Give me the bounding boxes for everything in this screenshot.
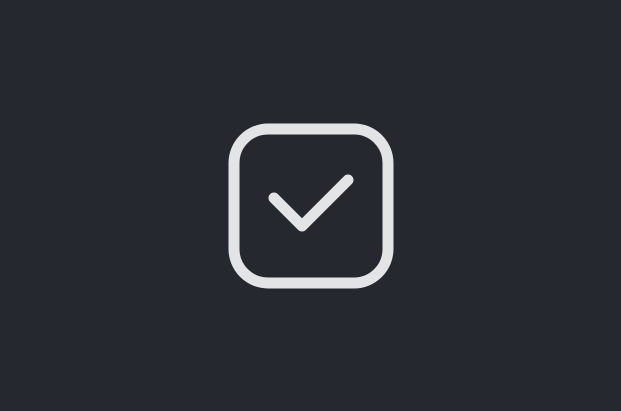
checkbox[interactable] (228, 123, 394, 289)
checkbox-checked-icon (228, 123, 394, 289)
canvas (0, 0, 621, 411)
checkbox-outline (228, 123, 394, 289)
check-mark (268, 174, 354, 232)
